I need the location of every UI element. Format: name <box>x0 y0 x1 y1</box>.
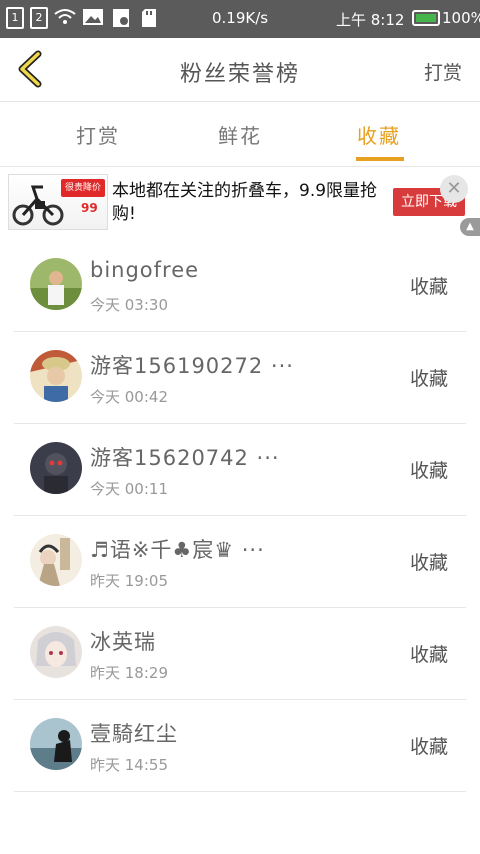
avatar <box>30 626 82 678</box>
clock: 上午 8:12 <box>336 11 405 29</box>
list-item-action: 收藏 <box>409 644 448 666</box>
tab-favorites[interactable]: 收藏 <box>357 120 401 149</box>
list-item[interactable]: 壹騎红尘 昨天 14:55 收藏 <box>14 700 466 792</box>
header: 粉丝荣誉榜 打赏 <box>0 38 480 102</box>
list-item-name: ♬语※千♣宸♛ ··· <box>90 538 265 562</box>
list-item-name: bingofree <box>90 258 200 282</box>
battery-icon <box>412 10 440 26</box>
list-item-time: 今天 03:30 <box>90 296 168 314</box>
network-speed: 0.19K/s <box>212 9 269 27</box>
ad-image: 很贵降价了 99 <box>8 174 108 230</box>
sdcard-icon <box>138 8 160 28</box>
list-item-action: 收藏 <box>409 368 448 390</box>
list-item-action: 收藏 <box>409 276 448 298</box>
list-item-time: 昨天 14:55 <box>90 756 168 774</box>
list-item-name: 冰英瑞 <box>90 630 156 654</box>
avatar <box>30 350 82 402</box>
close-icon[interactable]: ✕ <box>440 175 468 203</box>
ad-badge: 很贵降价了 <box>61 179 105 211</box>
list-item[interactable]: bingofree 今天 03:30 收藏 <box>14 240 466 332</box>
image-icon <box>82 8 104 28</box>
page-title: 粉丝荣誉榜 <box>179 62 300 87</box>
list-item[interactable]: 游客15620742 ··· 今天 00:11 收藏 <box>14 424 466 516</box>
avatar <box>30 442 82 494</box>
status-bar: 1 2 0.19K/s 上午 8:12 100% <box>0 0 480 38</box>
active-tab-indicator <box>356 157 404 161</box>
avatar <box>30 534 82 586</box>
list-item-time: 今天 00:11 <box>90 480 168 498</box>
list-item[interactable]: 冰英瑞 昨天 18:29 收藏 <box>14 608 466 700</box>
avatar <box>30 258 82 310</box>
ad-mark-icon: ▲ <box>460 218 480 236</box>
ad-price: 99 <box>81 201 98 215</box>
wifi-icon <box>54 8 76 28</box>
list-item[interactable]: 游客156190272 ··· 今天 00:42 收藏 <box>14 332 466 424</box>
battery-percent: 100% <box>442 9 480 27</box>
list-item-time: 今天 00:42 <box>90 388 168 406</box>
status-icons: 1 2 <box>6 7 160 29</box>
list-item-action: 收藏 <box>409 736 448 758</box>
ad-banner[interactable]: 很贵降价了 99 本地都在关注的折叠车，9.9限量抢购! 立即下载 ✕ ▲ <box>0 168 480 238</box>
list-item-action: 收藏 <box>409 552 448 574</box>
tab-bar: 打赏 鲜花 收藏 <box>0 102 480 167</box>
ad-text[interactable]: 本地都在关注的折叠车，9.9限量抢购! <box>112 180 382 226</box>
list-item-name: 游客156190272 ··· <box>90 354 294 378</box>
tab-flowers[interactable]: 鲜花 <box>218 120 262 149</box>
fan-list: bingofree 今天 03:30 收藏 游客156190272 ··· 今天… <box>14 240 466 792</box>
list-item[interactable]: ♬语※千♣宸♛ ··· 昨天 19:05 收藏 <box>14 516 466 608</box>
list-item-name: 壹騎红尘 <box>90 722 178 746</box>
list-item-action: 收藏 <box>409 460 448 482</box>
reward-button[interactable]: 打赏 <box>424 58 462 85</box>
save-icon <box>110 8 132 28</box>
tab-reward[interactable]: 打赏 <box>76 120 120 149</box>
list-item-name: 游客15620742 ··· <box>90 446 280 470</box>
list-item-time: 昨天 19:05 <box>90 572 168 590</box>
list-item-time: 昨天 18:29 <box>90 664 168 682</box>
avatar <box>30 718 82 770</box>
sim2-icon: 2 <box>30 7 48 29</box>
sim1-icon: 1 <box>6 7 24 29</box>
